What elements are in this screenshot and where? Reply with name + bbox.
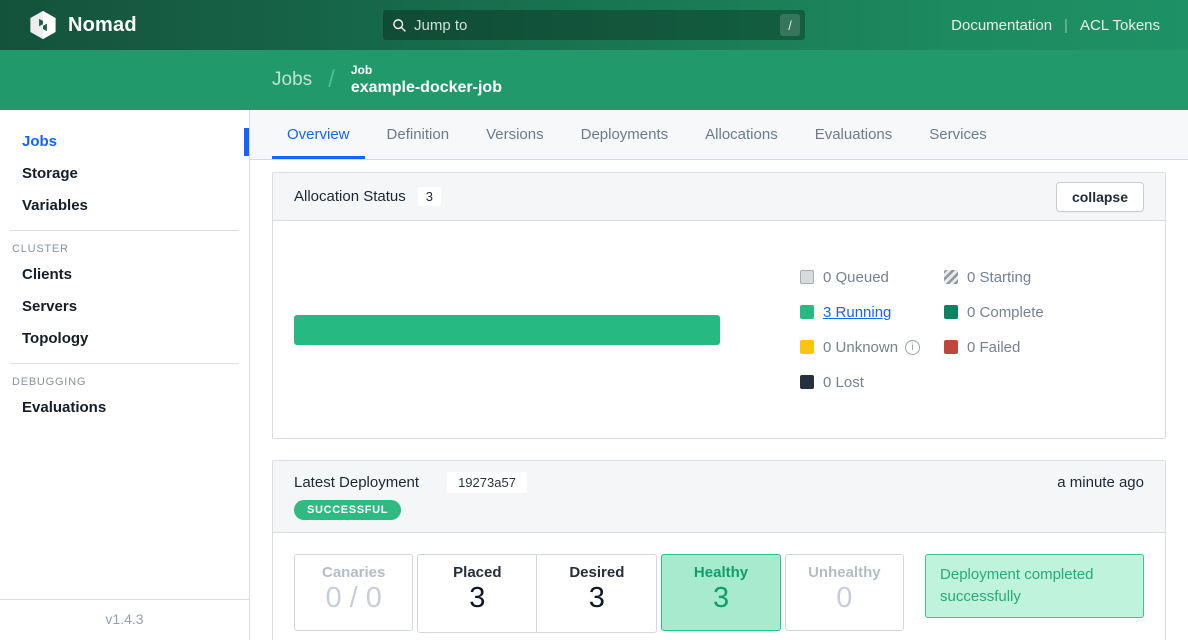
nomad-app: Nomad / Documentation | ACL Tokens Jobs … — [0, 0, 1188, 640]
allocation-legend: 0 Queued 0 Starting 3 Running — [800, 267, 1100, 392]
sidebar-item-servers[interactable]: Servers — [0, 291, 249, 323]
breadcrumb-sublabel: Job — [351, 63, 502, 78]
breadcrumb: Jobs / Job example-docker-job — [0, 50, 1188, 110]
documentation-link[interactable]: Documentation — [951, 17, 1052, 34]
sidebar-item-topology[interactable]: Topology — [0, 323, 249, 355]
breadcrumb-separator: / — [328, 66, 335, 94]
sidebar-item-clients[interactable]: Clients — [0, 259, 249, 291]
body-frame: Jobs Storage Variables CLUSTER Clients S… — [0, 110, 1188, 640]
page-title: example-docker-job — [351, 78, 502, 98]
allocation-count-badge: 3 — [418, 187, 441, 206]
nomad-logo-icon — [28, 10, 58, 40]
slash-shortcut-key: / — [780, 14, 800, 36]
sidebar-section-cluster: CLUSTER — [0, 231, 249, 259]
breadcrumb-jobs-link[interactable]: Jobs — [272, 69, 312, 91]
acl-tokens-link[interactable]: ACL Tokens — [1080, 17, 1160, 34]
legend-item-complete: 0 Complete — [944, 302, 1100, 322]
sidebar-item-label: Jobs — [22, 133, 57, 150]
desired-metric: Desired 3 — [537, 555, 656, 632]
sidebar-item-storage[interactable]: Storage — [0, 158, 249, 190]
complete-swatch-icon — [944, 305, 958, 319]
legend-item-unknown: 0 Unknown — [800, 337, 944, 357]
allocation-bar-chart — [294, 315, 720, 345]
tab-versions[interactable]: Versions — [471, 110, 559, 159]
bar-segment-running — [294, 315, 720, 345]
latest-deployment-title: Latest Deployment — [294, 474, 419, 491]
search-input[interactable] — [414, 17, 775, 34]
latest-deployment-header: Latest Deployment 19273a57 a minute ago … — [273, 461, 1165, 533]
latest-deployment-body: Canaries 0 / 0 Placed 3 Desired 3 — [273, 533, 1165, 640]
legend-item-lost: 0 Lost — [800, 372, 944, 392]
lost-swatch-icon — [800, 375, 814, 389]
deployment-status-badge: SUCCESSFUL — [294, 500, 401, 520]
brand-name: Nomad — [68, 14, 137, 37]
latest-deployment-panel: Latest Deployment 19273a57 a minute ago … — [272, 460, 1166, 640]
deployment-id-badge: 19273a57 — [447, 472, 527, 493]
collapse-button[interactable]: collapse — [1056, 182, 1144, 212]
search-icon — [392, 18, 407, 33]
sidebar-item-evaluations[interactable]: Evaluations — [0, 392, 249, 424]
running-allocations-link[interactable]: 3 Running — [823, 304, 891, 321]
unhealthy-metric: Unhealthy 0 — [785, 554, 904, 631]
failed-swatch-icon — [944, 340, 958, 354]
top-links: Documentation | ACL Tokens — [951, 17, 1160, 34]
deployment-timestamp: a minute ago — [1057, 474, 1144, 491]
placed-desired-group: Placed 3 Desired 3 — [417, 554, 657, 633]
tab-overview[interactable]: Overview — [272, 110, 365, 159]
tab-definition[interactable]: Definition — [372, 110, 465, 159]
info-icon[interactable] — [905, 340, 920, 355]
sidebar-item-variables[interactable]: Variables — [0, 190, 249, 222]
sidebar-item-jobs[interactable]: Jobs — [0, 126, 249, 158]
deployment-message: Deployment completed successfully — [925, 554, 1144, 618]
main-content: Overview Definition Versions Deployments… — [250, 110, 1188, 640]
nomad-home-link[interactable]: Nomad — [28, 10, 137, 40]
links-separator: | — [1064, 17, 1068, 34]
breadcrumb-current-job[interactable]: Job example-docker-job — [351, 63, 502, 98]
version-label: v1.4.3 — [0, 599, 249, 640]
legend-item-queued: 0 Queued — [800, 267, 944, 287]
sidebar-section-debugging: DEBUGGING — [0, 364, 249, 392]
legend-item-running: 3 Running — [800, 302, 944, 322]
allocation-status-header: Allocation Status 3 collapse — [273, 173, 1165, 221]
tab-deployments[interactable]: Deployments — [566, 110, 684, 159]
unknown-swatch-icon — [800, 340, 814, 354]
canaries-metric: Canaries 0 / 0 — [294, 554, 413, 631]
top-navigation: Nomad / Documentation | ACL Tokens — [0, 0, 1188, 50]
content-area: Allocation Status 3 collapse 0 Queued — [250, 160, 1188, 640]
legend-item-starting: 0 Starting — [944, 267, 1100, 287]
allocation-status-body: 0 Queued 0 Starting 3 Running — [273, 221, 1165, 438]
starting-swatch-icon — [944, 270, 958, 284]
legend-item-failed: 0 Failed — [944, 337, 1100, 357]
placed-metric: Placed 3 — [418, 555, 537, 632]
allocation-status-title: Allocation Status — [294, 188, 406, 205]
sidebar: Jobs Storage Variables CLUSTER Clients S… — [0, 110, 250, 640]
running-swatch-icon — [800, 305, 814, 319]
active-indicator — [244, 128, 249, 156]
tab-evaluations[interactable]: Evaluations — [800, 110, 908, 159]
tab-allocations[interactable]: Allocations — [690, 110, 793, 159]
queued-swatch-icon — [800, 270, 814, 284]
allocation-status-panel: Allocation Status 3 collapse 0 Queued — [272, 172, 1166, 439]
healthy-metric: Healthy 3 — [661, 554, 780, 631]
tab-services[interactable]: Services — [914, 110, 1002, 159]
jump-to-search[interactable]: / — [383, 10, 805, 40]
job-tabs: Overview Definition Versions Deployments… — [250, 110, 1188, 160]
